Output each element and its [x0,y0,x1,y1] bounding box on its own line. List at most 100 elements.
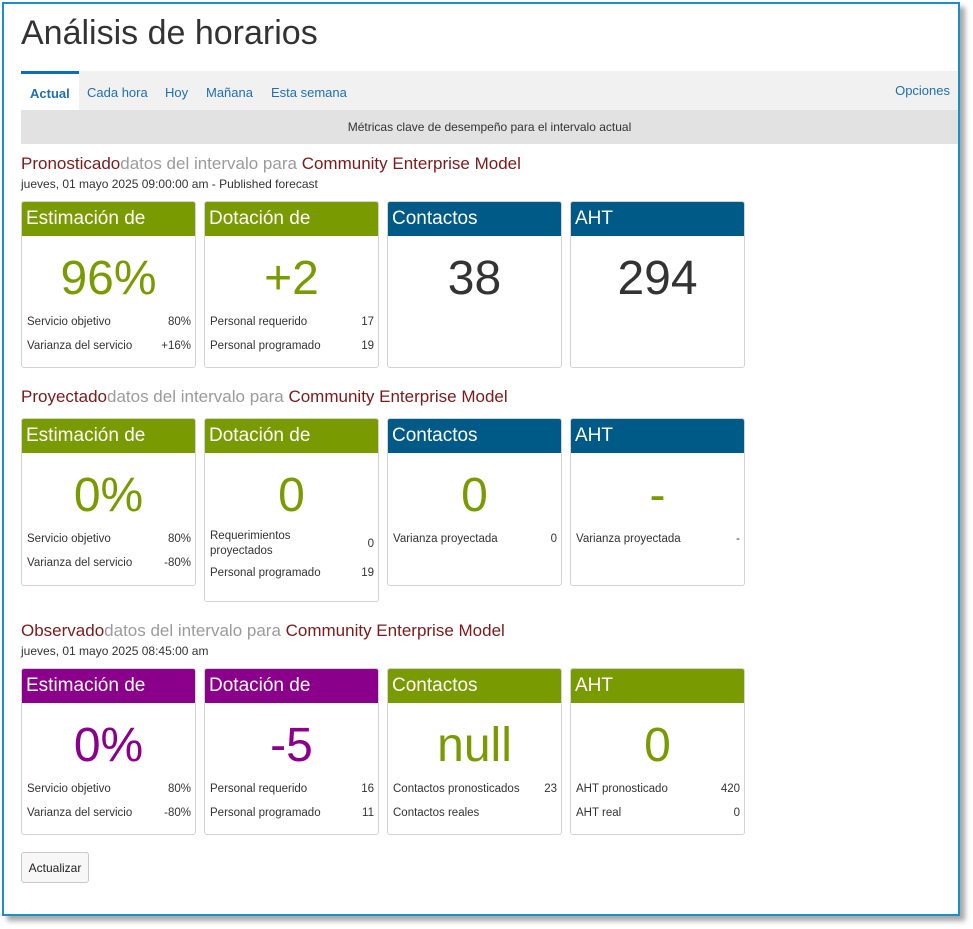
card-row: Contactos pronosticados 23 [388,777,561,801]
card-value: 0% [73,719,144,772]
section-prefix: Observado [21,621,105,640]
card-header: Contactos [388,669,561,703]
row-label: Contactos reales [393,806,480,819]
row-value: 16 [361,783,374,795]
observed-aht-card: AHT 0 AHT pronosticado 420 AHT real 0 [570,668,745,835]
row-label: Personal requerido [210,782,308,795]
card-value: 0% [73,469,144,522]
projected-contacts-card: Contactos 0 Varianza proyectada 0 [387,418,562,586]
card-row: Personal programado 11 [205,801,378,825]
card-row: Servicio objetivo 80% [22,777,195,801]
card-header: Estimación de [22,202,195,236]
row-value: - [736,533,740,545]
card-header: Dotación de [205,669,378,703]
update-button[interactable]: Actualizar [21,852,89,883]
row-label: Servicio objetivo [27,782,111,795]
section-prefix: Pronosticado [21,154,121,173]
card-header: AHT [571,669,744,703]
card-header: Dotación de [205,202,378,236]
card-value: - [649,469,666,522]
card-header: AHT [571,202,744,236]
section-mid: datos del intervalo para [107,387,289,406]
row-value: +16% [161,340,191,352]
observed-staffing-card: Dotación de -5 Personal requerido 16 Per… [204,668,379,835]
tab-hoy[interactable]: Hoy [165,71,188,110]
observed-section-subtitle: jueves, 01 mayo 2025 08:45:00 am [21,644,209,658]
row-value: -80% [164,807,191,819]
row-label: Servicio objetivo [27,532,111,545]
forecast-service-card: Estimación de 96% Servicio objetivo 80% … [21,201,196,368]
observed-section-title: Observadodatos del intervalo para Commun… [21,621,505,641]
section-mid: datos del intervalo para [120,154,302,173]
card-row: Varianza proyectada - [571,527,744,551]
row-value: 80% [167,783,191,795]
section-model: Community Enterprise Model [285,621,505,640]
card-value: 0 [644,719,671,772]
section-model: Community Enterprise Model [301,154,521,173]
card-row: Varianza proyectada 0 [388,527,561,551]
card-row: Requerimientos proyectados 0 [205,527,378,561]
tab-bar: Actual Cada hora Hoy Mañana Esta semana … [21,71,958,110]
row-label: Varianza del servicio [27,339,133,352]
forecast-contacts-card: Contactos 38 [387,201,562,368]
row-label: Contactos pronosticados [393,782,520,795]
row-label: Personal requerido [210,315,308,328]
card-row: Personal requerido 17 [205,310,378,334]
row-label: Varianza proyectada [393,532,498,545]
card-row: Varianza del servicio -80% [22,551,195,575]
card-value: 38 [447,252,502,305]
forecast-section-subtitle: jueves, 01 mayo 2025 09:00:00 am - Publi… [21,177,318,191]
row-label: Varianza del servicio [27,556,133,569]
projected-service-card: Estimación de 0% Servicio objetivo 80% V… [21,418,196,586]
forecast-section-title: Pronosticadodatos del intervalo para Com… [21,154,521,174]
section-model: Community Enterprise Model [288,387,508,406]
card-value: +2 [264,252,319,305]
row-label: Varianza del servicio [27,806,133,819]
projected-staffing-card: Dotación de 0 Requerimientos proyectados… [204,418,379,602]
card-header: Estimación de [22,669,195,703]
observed-service-card: Estimación de 0% Servicio objetivo 80% V… [21,668,196,835]
card-header: Dotación de [205,419,378,453]
observed-contacts-card: Contactos null Contactos pronosticados 2… [387,668,562,835]
row-value: -80% [164,557,191,569]
tab-manana[interactable]: Mañana [206,71,253,110]
row-value: 19 [361,340,374,352]
card-row: Personal programado 19 [205,334,378,358]
row-label: Requerimientos proyectados [210,530,291,557]
row-label: Personal programado [210,339,321,352]
card-value: 0 [278,469,305,522]
row-value: 80% [167,316,191,328]
card-row: Personal requerido 16 [205,777,378,801]
tab-cada-hora[interactable]: Cada hora [87,71,148,110]
card-value: null [437,719,512,772]
options-link[interactable]: Opciones [895,71,950,110]
card-value: -5 [270,719,313,772]
tab-actual[interactable]: Actual [21,71,79,110]
row-value: 80% [167,533,191,545]
projected-aht-card: AHT - Varianza proyectada - [570,418,745,586]
row-label: Personal programado [210,806,321,819]
row-label: Servicio objetivo [27,315,111,328]
card-row: Servicio objetivo 80% [22,310,195,334]
row-value: 17 [361,316,374,328]
row-value: 0 [367,538,374,550]
projected-section-title: Proyectadodatos del intervalo para Commu… [21,387,508,407]
card-header: Contactos [388,419,561,453]
row-value: 0 [733,807,740,819]
tab-esta-semana[interactable]: Esta semana [271,71,347,110]
row-label: AHT real [576,806,622,819]
forecast-staffing-card: Dotación de +2 Personal requerido 17 Per… [204,201,379,368]
window-frame: Análisis de horarios Actual Cada hora Ho… [2,2,960,916]
row-label: Personal programado [210,566,321,579]
card-row: Varianza del servicio +16% [22,334,195,358]
card-row: Servicio objetivo 80% [22,527,195,551]
row-value: 420 [720,783,740,795]
row-label: Varianza proyectada [576,532,681,545]
card-row: AHT pronosticado 420 [571,777,744,801]
card-header: Estimación de [22,419,195,453]
section-mid: datos del intervalo para [104,621,286,640]
card-row: Varianza del servicio -80% [22,801,195,825]
row-value: 19 [361,567,374,579]
row-value: 0 [550,533,557,545]
page-title: Análisis de horarios [21,14,318,52]
